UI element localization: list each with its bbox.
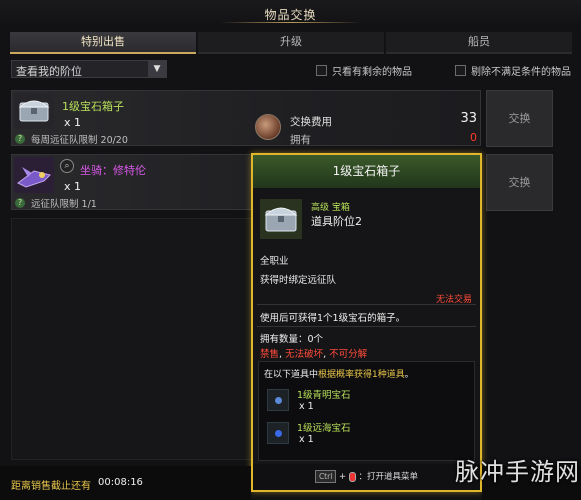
item-quantity: x 1	[64, 116, 82, 129]
ctrl-key-icon: Ctrl	[314, 470, 337, 483]
tab-crew[interactable]: 船员	[386, 32, 572, 54]
reward-name: 1级青明宝石	[297, 390, 351, 401]
divider	[257, 326, 476, 327]
cost-label: 交换费用	[290, 116, 332, 128]
divider	[257, 304, 476, 305]
restriction-no-sale: 禁售	[260, 349, 280, 360]
title-ornament	[220, 22, 361, 23]
item-tooltip: 1级宝石箱子 高级 宝箱 道具阶位2 全职业 获得时绑定远征队 无法交易 使用后…	[251, 153, 482, 492]
watermark: 脉冲手游网	[455, 458, 580, 486]
currency-coin-icon	[255, 114, 281, 140]
item-tier: 道具阶位2	[311, 215, 362, 228]
restriction-no-destroy: 无法破坏	[285, 349, 324, 360]
timer-label: 距离销售截止还有	[11, 481, 91, 492]
timer-value: 00:08:16	[98, 477, 143, 488]
gem-icon	[267, 389, 289, 411]
item-class: 全职业	[260, 256, 289, 267]
item-description: 使用后可获得1个1级宝石的箱子。	[260, 313, 406, 324]
search-icon[interactable]: ⌕	[60, 159, 74, 173]
sale-timer-bar: 距离销售截止还有 00:08:16	[0, 466, 251, 500]
item-name: 1级宝石箱子	[62, 100, 124, 113]
exclude-unmet-toggle[interactable]: 剔除不满足条件的物品	[455, 63, 571, 78]
restrictions: 禁售, 无法破坏, 不可分解	[260, 349, 368, 360]
remaining-only-label: 只看有剩余的物品	[332, 67, 412, 78]
item-grade: 高级 宝箱	[311, 203, 350, 213]
chest-icon	[14, 93, 54, 129]
reward-name: 1级远海宝石	[297, 423, 351, 434]
reward-heading: 在以下道具中根据概率获得1种道具。	[264, 370, 414, 380]
tab-bar: 特别出售 升级 船员	[10, 32, 574, 54]
exchange-cost: 交换费用 拥有 33 0	[255, 111, 483, 148]
exchange-button[interactable]: 交换	[486, 154, 553, 211]
reward-quantity: x 1	[299, 401, 314, 412]
reward-box: 在以下道具中根据概率获得1种道具。 1级青明宝石 x 1 1级远海宝石 x 1	[258, 361, 475, 461]
item-limit-text: 每周远征队限制 20/20	[31, 135, 128, 146]
help-icon[interactable]: ?	[15, 198, 25, 208]
exclude-unmet-label: 剔除不满足条件的物品	[471, 67, 571, 78]
chevron-down-icon[interactable]: ▼	[148, 61, 166, 77]
item-quantity: x 1	[64, 180, 82, 193]
window-titlebar: 物品交换	[0, 0, 581, 30]
tab-upgrade[interactable]: 升级	[198, 32, 384, 54]
item-limit: ? 每周远征队限制 20/20	[15, 132, 128, 146]
exchange-button[interactable]: 交换	[486, 90, 553, 147]
footer-hint: ：打开道具菜单	[358, 472, 419, 482]
tooltip-title: 1级宝石箱子	[253, 155, 480, 188]
item-name: 坐骑：修特伦	[80, 164, 146, 177]
item-bind-rule: 获得时绑定远征队	[260, 275, 337, 286]
plus-sign: +	[339, 472, 347, 482]
chest-icon	[260, 199, 302, 239]
remaining-only-toggle[interactable]: 只看有剩余的物品	[316, 63, 412, 78]
reward-quantity: x 1	[299, 434, 314, 445]
restriction-no-dismantle: 不可分解	[329, 349, 368, 360]
owned-label: 拥有	[290, 134, 311, 146]
window-title: 物品交换	[264, 8, 317, 22]
exclude-unmet-checkbox[interactable]	[455, 65, 466, 76]
cost-value: 33	[460, 111, 477, 126]
tab-special-sale[interactable]: 特别出售	[10, 32, 196, 54]
help-icon[interactable]: ?	[15, 134, 25, 144]
tier-filter-dropdown[interactable]: 查看我的阶位 ▼	[11, 60, 167, 78]
item-limit-text: 远征队限制 1/1	[31, 199, 97, 210]
item-limit: ? 远征队限制 1/1	[15, 196, 97, 210]
remaining-only-checkbox[interactable]	[316, 65, 327, 76]
gem-icon	[267, 422, 289, 444]
reward-item: 1级远海宝石 x 1	[267, 420, 467, 450]
tier-filter-value: 查看我的阶位	[16, 65, 82, 78]
owned-count: 拥有数量：0个	[260, 334, 324, 345]
reward-item: 1级青明宝石 x 1	[267, 387, 467, 417]
owned-value: 0	[470, 131, 477, 144]
mount-icon	[14, 157, 54, 193]
mouse-right-click-icon	[348, 471, 356, 482]
